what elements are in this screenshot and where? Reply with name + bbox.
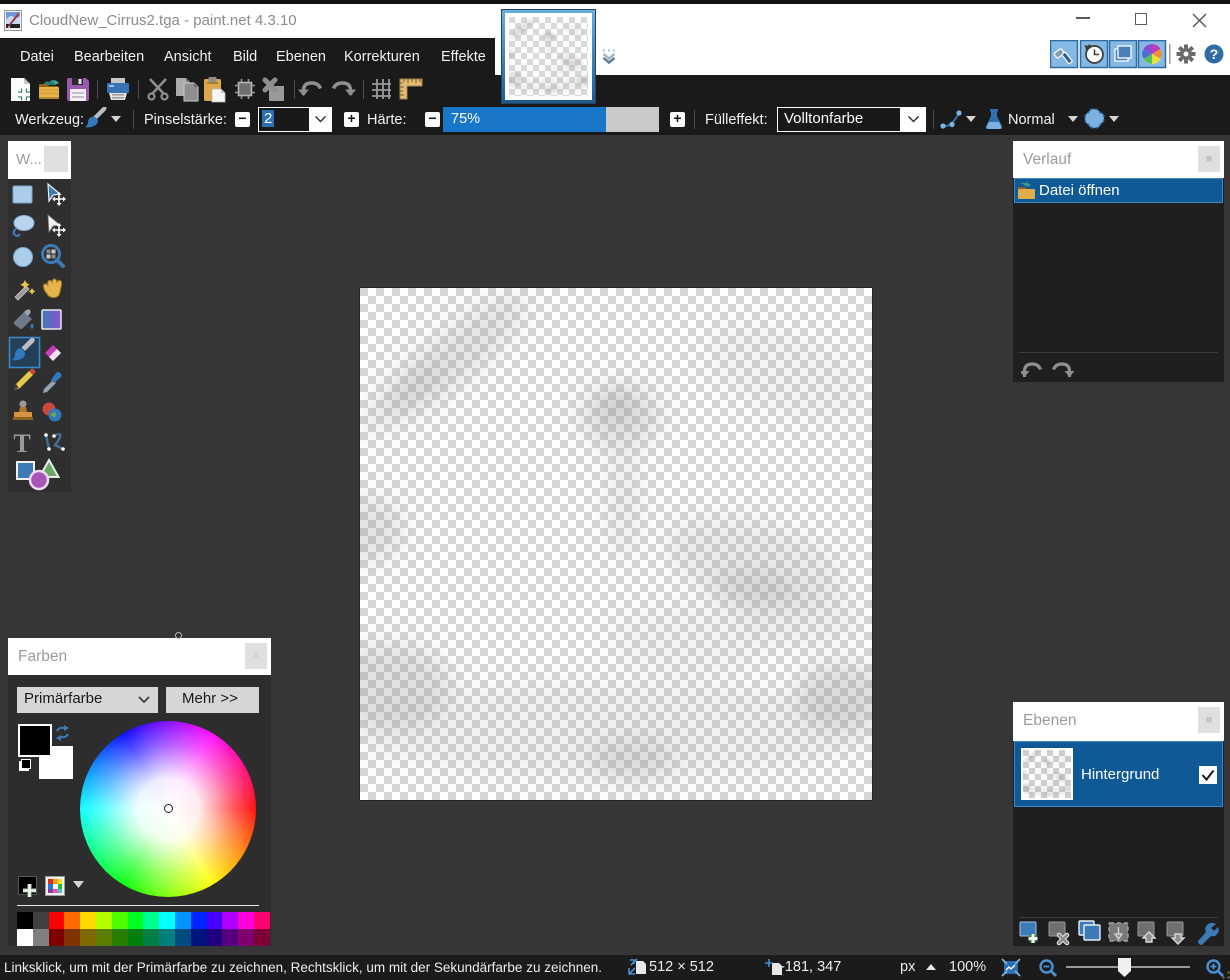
svg-text:?: ? bbox=[1210, 46, 1219, 62]
svg-text:T: T bbox=[13, 429, 30, 458]
